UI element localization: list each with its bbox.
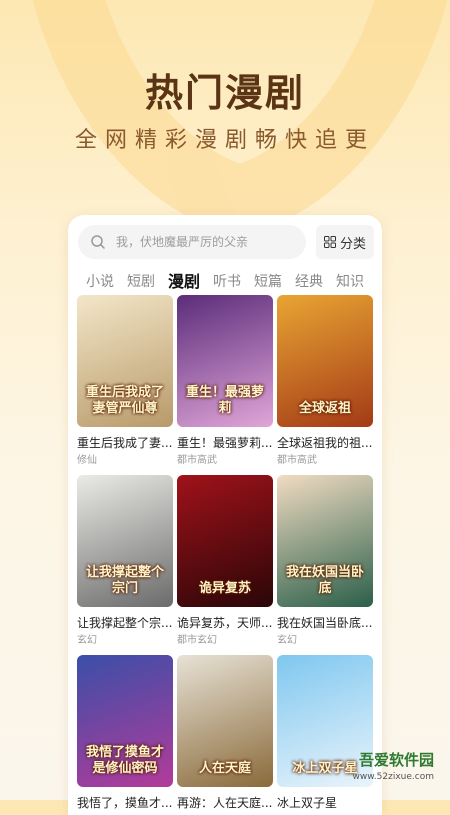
comic-card[interactable]: 重生后我成了妻管严仙尊 重生后我成了妻... 修仙 <box>77 295 173 467</box>
comic-card[interactable]: 我悟了摸鱼才是修仙密码 我悟了，摸鱼才... <box>77 655 173 811</box>
search-row: 分类 <box>78 225 374 259</box>
watermark: 吾爱软件园 www.52zixue.com <box>334 751 444 792</box>
comic-genre: 玄幻 <box>277 635 297 646</box>
comic-card[interactable]: 让我撑起整个宗门 让我撑起整个宗... 玄幻 <box>77 475 173 647</box>
category-button[interactable]: 分类 <box>316 225 374 259</box>
search-icon <box>91 235 105 249</box>
cover-title: 人在天庭 <box>198 761 251 776</box>
comic-title: 冰上双子星 <box>277 796 338 810</box>
comic-title: 重生！最强萝莉... <box>177 436 273 450</box>
comic-cover: 重生后我成了妻管严仙尊 <box>77 295 173 427</box>
comic-card[interactable]: 我在妖国当卧底 我在妖国当卧底... 玄幻 <box>277 475 373 647</box>
comic-title: 再游：人在天庭... <box>177 796 273 810</box>
grid-icon <box>323 236 336 248</box>
comic-genre: 都市玄幻 <box>177 635 217 646</box>
app-preview-panel: 分类 小说 短剧 漫剧 听书 短篇 经典 知识 重生后我成了妻管严仙尊 重生后我… <box>68 215 382 815</box>
comic-cover: 人在天庭 <box>177 655 273 787</box>
cover-title: 我在妖国当卧底 <box>285 565 364 596</box>
comic-genre: 修仙 <box>77 455 97 466</box>
comic-genre: 都市高武 <box>277 455 317 466</box>
hero-title: 热门漫剧 <box>144 71 305 115</box>
comic-cover: 诡异复苏 <box>177 475 273 607</box>
tab-knowledge[interactable]: 知识 <box>336 271 364 293</box>
comic-cover: 我在妖国当卧底 <box>277 475 373 607</box>
comic-cover: 让我撑起整个宗门 <box>77 475 173 607</box>
tab-classic[interactable]: 经典 <box>295 271 323 293</box>
comic-title: 诡异复苏，天师... <box>177 616 273 630</box>
comic-title: 我悟了，摸鱼才... <box>77 796 173 810</box>
comic-genre: 都市高武 <box>177 455 217 466</box>
comic-card[interactable]: 重生！最强萝莉 重生！最强萝莉... 都市高武 <box>177 295 273 467</box>
cover-title: 重生！最强萝莉 <box>185 385 264 416</box>
search-input[interactable] <box>114 234 298 250</box>
search-box[interactable] <box>78 225 306 259</box>
comic-genre: 玄幻 <box>77 635 97 646</box>
hero-subtitle: 全网精彩漫剧畅快追更 <box>74 128 375 153</box>
category-label: 分类 <box>339 236 366 252</box>
cover-title: 重生后我成了妻管严仙尊 <box>85 385 164 416</box>
watermark-url: www.52zixue.com <box>352 772 434 782</box>
comic-cover: 我悟了摸鱼才是修仙密码 <box>77 655 173 787</box>
tab-short-drama[interactable]: 短剧 <box>127 271 155 293</box>
cover-title: 我悟了摸鱼才是修仙密码 <box>85 745 164 776</box>
cover-title: 诡异复苏 <box>198 581 251 596</box>
tab-novel[interactable]: 小说 <box>86 271 114 293</box>
watermark-brand: 吾爱软件园 <box>358 751 434 769</box>
comic-title: 让我撑起整个宗... <box>77 616 173 630</box>
comic-title: 全球返祖我的祖... <box>277 436 373 450</box>
comic-card[interactable]: 诡异复苏 诡异复苏，天师... 都市玄幻 <box>177 475 273 647</box>
comic-cover: 全球返祖 <box>277 295 373 427</box>
tab-audiobook[interactable]: 听书 <box>213 271 241 293</box>
category-tabs: 小说 短剧 漫剧 听书 短篇 经典 知识 <box>86 267 377 293</box>
cover-title: 全球返祖 <box>298 401 351 416</box>
cover-title: 让我撑起整个宗门 <box>85 565 164 596</box>
comic-cover: 重生！最强萝莉 <box>177 295 273 427</box>
comic-card[interactable]: 人在天庭 再游：人在天庭... <box>177 655 273 811</box>
tab-comic-drama[interactable]: 漫剧 <box>168 271 200 293</box>
comic-card[interactable]: 全球返祖 全球返祖我的祖... 都市高武 <box>277 295 373 467</box>
tab-short-story[interactable]: 短篇 <box>254 271 282 293</box>
comic-title: 我在妖国当卧底... <box>277 616 373 630</box>
comic-title: 重生后我成了妻... <box>77 436 173 450</box>
